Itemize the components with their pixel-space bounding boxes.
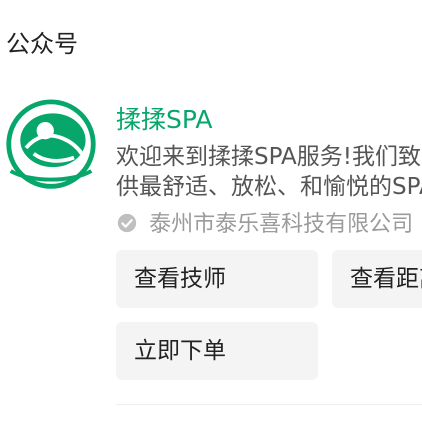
view-distance-button[interactable]: 查看距离 (332, 250, 422, 308)
verified-entity-name: 泰州市泰乐喜科技有限公司 (149, 212, 414, 237)
description-line-2: 供最舒适、放松、和愉悦的SPA (116, 174, 422, 200)
official-account-card-page: 公众号 揉揉SPA 欢迎来到揉揉SPA服务!我们致力 供最舒适、放松、和愉悦的S… (0, 0, 422, 422)
spa-massage-logo (6, 99, 96, 189)
verified-check-icon (117, 213, 137, 233)
account-name[interactable]: 揉揉SPA (116, 100, 212, 136)
verified-entity-row: 泰州市泰乐喜科技有限公司 (116, 206, 414, 237)
view-technicians-button[interactable]: 查看技师 (116, 250, 318, 308)
account-description: 欢迎来到揉揉SPA服务!我们致力 供最舒适、放松、和愉悦的SPA (116, 142, 422, 202)
description-line-1: 欢迎来到揉揉SPA服务!我们致力 (116, 144, 422, 170)
section-title: 公众号 (6, 30, 78, 58)
account-card[interactable]: 揉揉SPA 欢迎来到揉揉SPA服务!我们致力 供最舒适、放松、和愉悦的SPA 泰… (0, 92, 422, 422)
divider (116, 404, 422, 405)
place-order-button[interactable]: 立即下单 (116, 322, 318, 380)
